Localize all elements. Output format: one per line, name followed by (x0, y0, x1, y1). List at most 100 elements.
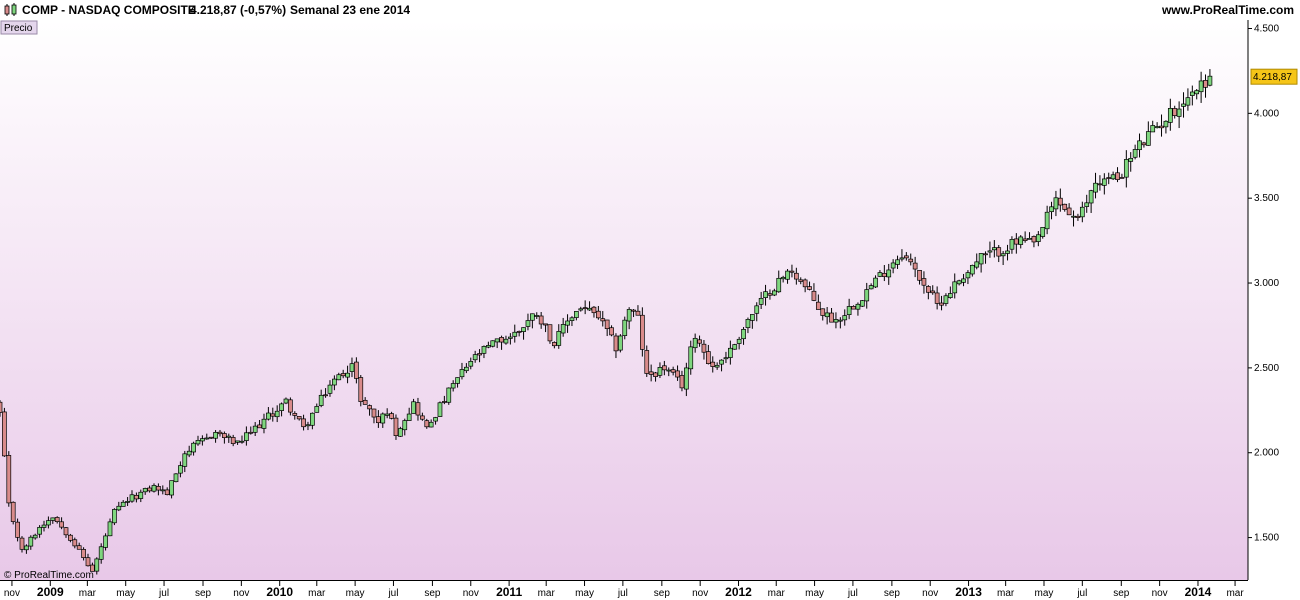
candle-body (807, 286, 812, 290)
candle-body (631, 309, 636, 312)
candle-body (235, 440, 240, 443)
candle-body (94, 558, 100, 572)
price-chart[interactable]: 1.500 2.000 2.500 3.000 3.500 4.000 4.500 nov 2… (0, 20, 1300, 600)
candle-body (450, 383, 456, 389)
candle-body (943, 295, 949, 304)
candle (398, 426, 403, 437)
candle-body (1159, 125, 1164, 129)
candle (859, 300, 865, 307)
candle-body (76, 545, 82, 550)
candle-body (508, 336, 513, 339)
candle-body (837, 319, 843, 322)
candle-body (534, 315, 540, 317)
candle-body (446, 387, 452, 403)
candlestick-logo-icon (4, 3, 17, 16)
candle-body (1176, 108, 1182, 117)
candle-body (1128, 157, 1134, 162)
candle-body (1093, 182, 1098, 193)
candle-body (1088, 190, 1094, 204)
candle-body (490, 340, 496, 347)
candle-body (912, 262, 918, 270)
candle-body (1172, 108, 1178, 117)
candle-body (521, 327, 526, 332)
candle-body (895, 259, 900, 265)
candle-body (160, 489, 166, 492)
candle-body (688, 346, 694, 370)
candle-body (679, 375, 685, 389)
candle-body (793, 272, 799, 280)
candle-body (552, 342, 557, 347)
candle-body (200, 438, 205, 442)
candle-body (169, 480, 174, 496)
candle-body (252, 425, 258, 433)
candle-body (859, 300, 865, 307)
candle-body (244, 432, 249, 441)
candle-body (54, 517, 60, 522)
candle-body (301, 418, 306, 428)
time-tick-label: jul (847, 588, 858, 599)
candle-body (345, 372, 350, 378)
candle (173, 473, 179, 483)
candle-body (1123, 159, 1129, 178)
candle-body (991, 247, 997, 251)
candle-body (283, 398, 289, 404)
candle (547, 324, 553, 344)
time-tick-label: 2014 (1185, 585, 1212, 599)
candle-body (186, 450, 192, 456)
time-tick-label: mar (1226, 588, 1244, 599)
candle-body (1062, 203, 1068, 210)
candle-body (459, 369, 465, 378)
candle-body (899, 257, 905, 260)
candle-body (292, 413, 298, 416)
candle-body (798, 279, 804, 282)
candle-body (1097, 183, 1103, 186)
candle-body (10, 501, 16, 522)
candle-body (472, 354, 478, 361)
candle-body (37, 527, 42, 535)
time-tick-label: may (346, 588, 365, 599)
candle-body (239, 440, 245, 443)
candle (732, 343, 738, 350)
candle-body (952, 281, 958, 294)
candle-body (789, 270, 795, 273)
candle-body (600, 318, 606, 322)
site-url[interactable]: www.ProRealTime.com (1162, 3, 1294, 17)
candle-body (1110, 174, 1116, 180)
candle-body (591, 306, 597, 314)
candle-body (305, 424, 311, 427)
candle-body (1053, 197, 1059, 210)
time-tick-label: jul (158, 588, 169, 599)
candle-body (481, 346, 487, 354)
candle (10, 501, 16, 525)
time-tick-label: sep (424, 588, 441, 599)
time-tick-label: mar (997, 588, 1015, 599)
candle-body (336, 374, 342, 381)
candle-body (824, 312, 830, 318)
candle-body (881, 273, 887, 277)
candle-body (587, 307, 592, 311)
candle-body (1145, 131, 1151, 146)
candle-body (877, 272, 883, 277)
candle-body (727, 347, 733, 358)
candle-body (1031, 236, 1037, 243)
candle-body (842, 315, 848, 321)
candle-body (1084, 202, 1090, 207)
time-tick-label: sep (654, 588, 671, 599)
candle-body (604, 319, 610, 330)
candle-body (46, 520, 51, 526)
candle-body (978, 253, 984, 265)
price-tick-label: 2.000 (1254, 448, 1279, 459)
candle-body (2, 411, 7, 457)
candle-body (266, 412, 271, 420)
candle-body (596, 310, 601, 319)
candle-body (1154, 126, 1160, 129)
candle-body (1066, 207, 1072, 216)
candle-body (85, 557, 91, 567)
candle-body (1040, 226, 1046, 237)
candle-body (323, 394, 328, 397)
candle-body (1005, 250, 1010, 254)
candle-body (384, 413, 390, 416)
candle-body (815, 301, 821, 310)
candle-body (327, 384, 333, 394)
candle-body (802, 279, 808, 288)
